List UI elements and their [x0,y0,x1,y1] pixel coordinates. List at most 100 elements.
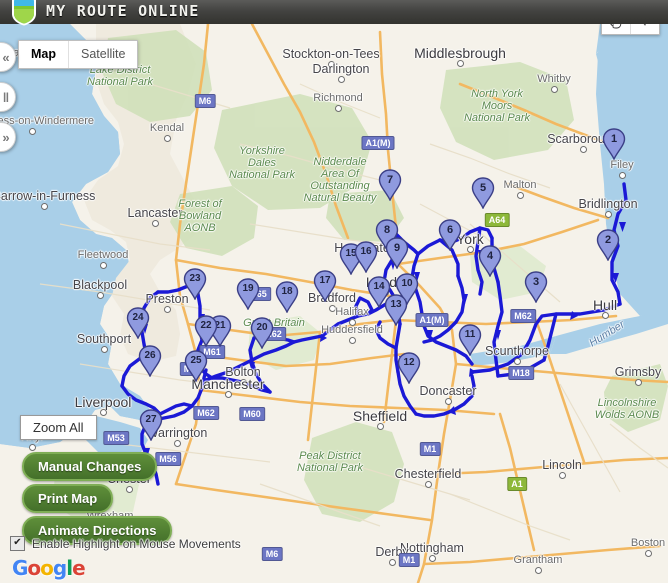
map-city-dot [29,444,36,451]
map-city-dot [349,337,356,344]
road-shield: A1(M) [415,313,449,327]
map-city-dot [349,319,356,326]
route-marker[interactable]: 22 [194,315,218,347]
route-marker-number: 5 [479,182,487,194]
map-city-dot [551,86,558,93]
map-city-dot [514,358,521,365]
map-city-dot [225,391,232,398]
route-marker[interactable]: 5 [471,177,495,209]
route-marker[interactable]: 20 [250,317,274,349]
map-city-dot [41,203,48,210]
route-marker[interactable]: 12 [397,352,421,384]
route-marker[interactable]: 26 [138,345,162,377]
route-marker-number: 27 [145,414,157,425]
enable-highlight-checkbox[interactable]: ✔ [10,536,25,551]
route-marker-number: 4 [486,250,494,262]
route-marker-number: 12 [403,357,415,368]
route-marker-number: 26 [144,350,156,361]
map-city-dot [619,172,626,179]
road-shield: M62 [193,406,219,420]
route-marker[interactable]: 24 [126,307,150,339]
map-city-dot [174,440,181,447]
map-type-map-button[interactable]: Map [19,41,69,68]
map-city-dot [445,398,452,405]
google-attribution-logo: Google [12,556,86,580]
route-marker-number: 9 [393,242,401,254]
route-marker[interactable]: 16 [354,241,378,273]
pause-icon: ‖ [2,89,10,105]
map-city-dot [101,346,108,353]
road-shield: M62 [510,309,536,323]
route-marker-number: 23 [189,273,201,284]
road-shield: A64 [484,213,510,227]
road-shield: M18 [508,366,534,380]
route-marker-number: 17 [319,275,331,286]
route-marker[interactable]: 17 [313,270,337,302]
route-marker[interactable]: 6 [438,219,462,251]
route-marker-number: 3 [532,276,540,288]
route-marker-number: 24 [132,312,144,323]
route-marker[interactable]: 25 [184,350,208,382]
map-type-satellite-button[interactable]: Satellite [69,41,137,68]
route-marker[interactable]: 23 [183,268,207,300]
map-city-dot [389,559,396,566]
map-city-dot [100,262,107,269]
route-marker-number: 11 [464,329,476,340]
route-marker[interactable]: 27 [139,409,163,441]
map-city-dot [645,550,652,557]
route-marker-number: 19 [242,283,254,294]
road-shield: A1 [507,477,527,491]
chevron-double-left-icon: « [2,49,10,65]
route-marker[interactable]: 2 [596,229,620,261]
print-map-button[interactable]: Print Map [22,484,114,513]
map-city-dot [377,423,384,430]
app-brand-title: MY ROUTE ONLINE [46,2,200,20]
road-shield: M1 [419,442,441,456]
route-marker[interactable]: 7 [378,169,402,201]
route-marker[interactable]: 14 [367,276,391,308]
route-marker-number: 2 [604,234,612,246]
map-city-dot [580,146,587,153]
zoom-all-button[interactable]: Zoom All [20,415,97,440]
route-marker[interactable]: 4 [478,245,502,277]
map-city-dot [164,306,171,313]
route-shield-logo-icon [6,0,42,27]
map-city-dot [126,486,133,493]
map-city-dot [559,472,566,479]
route-marker-number: 20 [256,322,268,333]
route-marker-number: 22 [200,320,212,331]
manual-changes-button[interactable]: Manual Changes [22,452,158,481]
map-city-dot [517,192,524,199]
route-marker[interactable]: 9 [385,237,409,269]
road-shield: M6 [194,94,216,108]
route-marker-number: 16 [360,246,372,257]
map-type-control[interactable]: Map Satellite [18,40,139,69]
route-marker[interactable]: 1 [602,128,626,160]
map-city-dot [605,211,612,218]
map-application: Stockton-on-Tees Darlington Middlesbrough R… [0,0,668,583]
route-marker-number: 18 [281,286,293,297]
map-city-dot [335,105,342,112]
map-city-dot [457,60,464,67]
route-marker[interactable]: 3 [524,271,548,303]
route-marker[interactable]: 19 [236,278,260,310]
map-city-dot [329,305,336,312]
map-city-dot [467,246,474,253]
map-city-dot [602,312,609,319]
route-marker-number: 14 [373,281,385,292]
map-city-dot [635,379,642,386]
road-shield: M53 [103,431,129,445]
map-city-dot [164,135,171,142]
route-marker[interactable]: 18 [275,281,299,313]
highlight-checkbox-row[interactable]: ✔ Enable Highlight on Mouse Movements [10,536,241,551]
map-city-dot [100,409,107,416]
road-shield: M60 [239,407,265,421]
map-city-dot [535,567,542,574]
enable-highlight-label: Enable Highlight on Mouse Movements [32,536,241,551]
route-marker-number: 6 [446,224,454,236]
map-city-dot [152,220,159,227]
map-city-dot [97,292,104,299]
road-shield: A1(M) [361,136,395,150]
chevron-double-right-icon: » [2,129,10,145]
route-marker[interactable]: 11 [458,324,482,356]
